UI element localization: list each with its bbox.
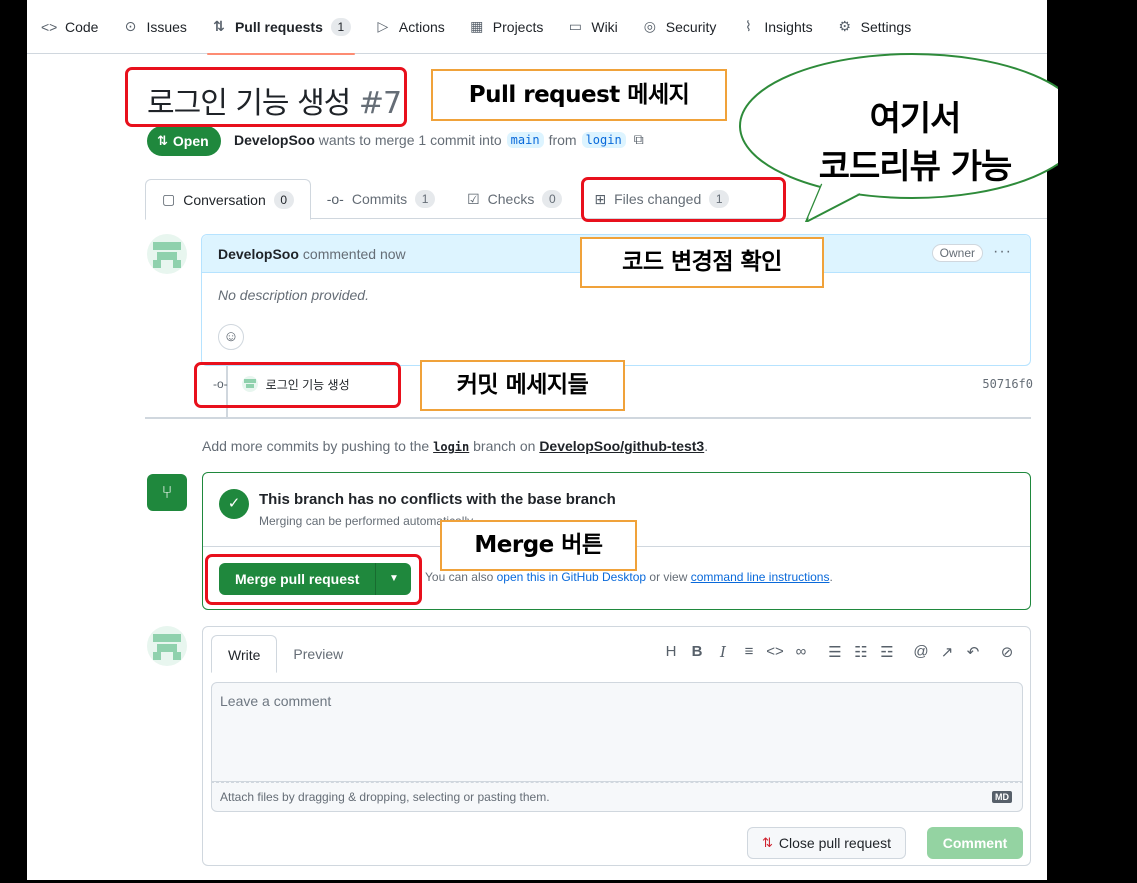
commit-sha[interactable]: 50716f0 — [982, 377, 1033, 391]
table-icon: ▦ — [470, 18, 484, 34]
cli-instructions-link[interactable]: command line instructions — [691, 570, 830, 584]
push-hint: Add more commits by pushing to the login… — [202, 438, 709, 454]
markdown-toolbar: H B I ≡ <> ∞ ☰ ☷ ☲ @ ↗ ↶ ⊘ — [658, 643, 1020, 661]
mention-icon[interactable]: @ — [908, 643, 934, 661]
comment-author[interactable]: DevelopSoo — [218, 246, 299, 262]
code-icon[interactable]: <> — [762, 643, 788, 661]
pull-request-icon: ⇅ — [213, 18, 225, 34]
comment-icon: ▢ — [162, 191, 176, 207]
copy-icon[interactable]: ⧉ — [634, 131, 644, 148]
head-branch[interactable]: login — [581, 131, 626, 148]
comment-editor: Write Preview H B I ≡ <> ∞ ☰ ☷ ☲ @ ↗ ↶ ⊘… — [202, 626, 1031, 866]
pull-request-closed-icon: ⇅ — [762, 835, 773, 850]
markdown-icon: MD — [992, 791, 1012, 803]
branch-link[interactable]: login — [433, 440, 469, 454]
highlight-title — [125, 67, 407, 127]
task-list-icon[interactable]: ☲ — [874, 643, 900, 661]
check-icon: ✓ — [219, 489, 249, 519]
callout-code-changes: 코드 변경점 확인 — [580, 237, 824, 288]
nav-projects[interactable]: ▦ Projects — [469, 0, 543, 54]
nav-security[interactable]: ◎ Security — [642, 0, 717, 54]
italic-icon[interactable]: I — [710, 643, 736, 661]
reply-icon[interactable]: ↶ — [960, 643, 986, 661]
smiley-icon[interactable]: ☺ — [218, 324, 244, 350]
checklist-icon: ☑ — [467, 190, 480, 207]
desktop-link[interactable]: open this in GitHub Desktop — [497, 570, 646, 584]
kebab-icon[interactable]: ··· — [993, 243, 1012, 261]
editor-tabs: Write Preview — [211, 635, 359, 673]
shield-icon: ◎ — [643, 18, 656, 34]
callout-merge-button: Merge 버튼 — [440, 520, 637, 571]
commit-icon: -o- — [326, 191, 344, 207]
nav-issues[interactable]: ⊙ Issues — [122, 0, 187, 54]
code-icon: <> — [41, 18, 58, 35]
pr-count-badge: 1 — [330, 17, 351, 36]
quote-icon[interactable]: ≡ — [736, 643, 762, 661]
play-icon: ▷ — [377, 18, 389, 34]
heading-icon[interactable]: H — [658, 643, 684, 661]
tab-preview[interactable]: Preview — [277, 635, 359, 673]
comment-button[interactable]: Comment — [927, 827, 1023, 859]
attach-files-hint[interactable]: Attach files by dragging & dropping, sel… — [211, 782, 1023, 812]
merge-status-title: This branch has no conflicts with the ba… — [259, 491, 616, 508]
base-branch[interactable]: main — [506, 131, 544, 148]
gear-icon: ⚙ — [838, 18, 851, 34]
repo-nav: <> Code ⊙ Issues ⇅ Pull requests 1 ▷ Actions … — [27, 0, 1047, 55]
graph-icon: ⌇ — [744, 18, 752, 34]
divider — [145, 417, 1031, 419]
nav-settings[interactable]: ⚙ Settings — [837, 0, 911, 54]
tab-write[interactable]: Write — [211, 635, 278, 673]
comment-textarea[interactable]: Leave a comment — [211, 682, 1023, 782]
nav-code[interactable]: <> Code — [41, 0, 98, 54]
merge-alternatives: You can also open this in GitHub Desktop… — [425, 570, 833, 584]
tab-checks[interactable]: ☑ Checks 0 — [451, 179, 578, 219]
avatar[interactable] — [147, 234, 187, 274]
pull-request-icon: ⇅ — [157, 133, 168, 148]
git-merge-icon: ⑂ — [147, 474, 187, 511]
numbered-list-icon[interactable]: ☷ — [848, 643, 874, 661]
nav-actions[interactable]: ▷ Actions — [375, 0, 444, 54]
nav-insights[interactable]: ⌇ Insights — [740, 0, 813, 54]
speech-bubble-text: 여기서 코드리뷰 가능 — [818, 99, 1013, 187]
issue-icon: ⊙ — [124, 18, 137, 34]
owner-badge: Owner — [931, 244, 983, 262]
bullet-list-icon[interactable]: ☰ — [822, 643, 848, 661]
tab-conversation[interactable]: ▢ Conversation 0 — [145, 179, 311, 220]
close-pull-request-button[interactable]: ⇅ Close pull request — [747, 827, 906, 859]
highlight-commit — [194, 362, 401, 408]
nav-pull-requests[interactable]: ⇅ Pull requests 1 — [206, 0, 355, 55]
author-link[interactable]: DevelopSoo — [234, 132, 315, 148]
slash-commands-icon[interactable]: ⊘ — [994, 643, 1020, 661]
bold-icon[interactable]: B — [684, 643, 710, 661]
link-icon[interactable]: ∞ — [788, 643, 814, 661]
repo-link[interactable]: DevelopSoo/github-test3 — [539, 438, 704, 454]
reference-icon[interactable]: ↗ — [934, 643, 960, 661]
tab-commits[interactable]: -o- Commits 1 — [311, 179, 451, 219]
pr-meta: DevelopSoo wants to merge 1 commit into … — [234, 131, 644, 148]
callout-commit-messages: 커밋 메세지들 — [420, 360, 625, 411]
comment-time[interactable]: commented now — [303, 246, 406, 262]
callout-pr-message: Pull request 메세지 — [431, 69, 727, 121]
book-icon: ▭ — [568, 18, 582, 34]
avatar[interactable] — [147, 626, 187, 666]
highlight-merge-button — [205, 554, 422, 605]
status-badge: ⇅ Open — [147, 126, 221, 156]
nav-wiki[interactable]: ▭ Wiki — [567, 0, 618, 54]
